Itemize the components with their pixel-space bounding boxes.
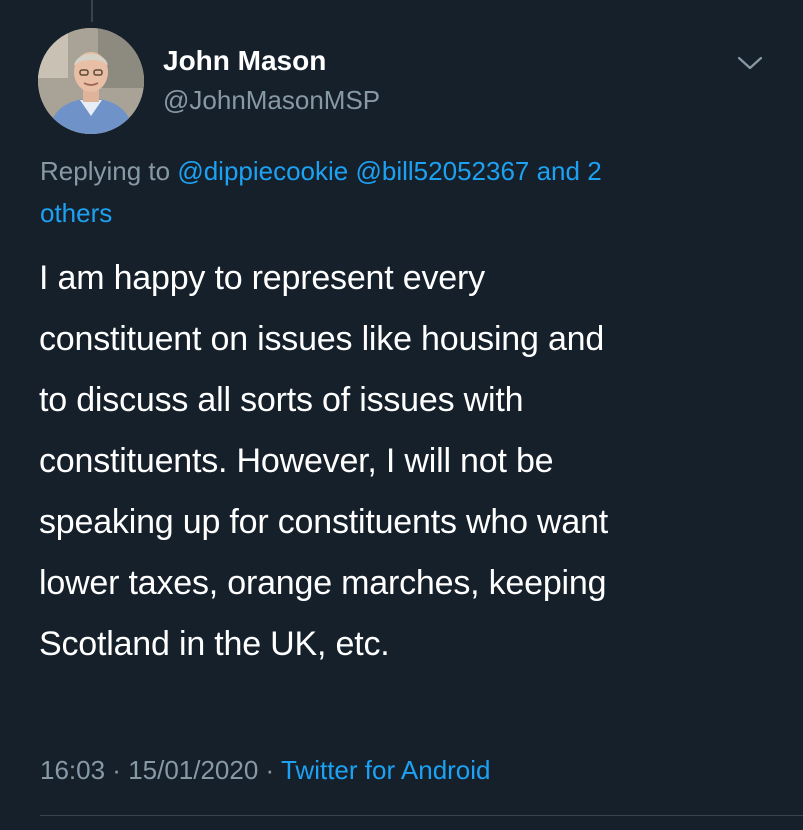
author-display-name[interactable]: John Mason	[163, 44, 326, 78]
meta-separator: ·	[105, 755, 129, 785]
tweet-text-line: Scotland in the UK, etc.	[39, 625, 390, 663]
more-mentions-count: and 2	[529, 156, 602, 186]
avatar[interactable]	[38, 28, 144, 134]
tweet-time[interactable]: 16:03	[40, 755, 105, 785]
mention-joiner	[348, 156, 355, 186]
tweet-date[interactable]: 15/01/2020	[128, 755, 258, 785]
reply-context: Replying to @dippiecookie @bill52052367 …	[40, 150, 740, 234]
tweet-text-line: lower taxes, orange marches, keeping	[39, 564, 607, 602]
tweet-source-link[interactable]: Twitter for Android	[281, 755, 491, 785]
tweet-text-line: constituents. However, I will not be	[39, 442, 554, 480]
chevron-down-icon	[737, 56, 763, 70]
reply-prefix: Replying to	[40, 156, 178, 186]
tweet-text-line: to discuss all sorts of issues with	[39, 381, 524, 419]
mention-link[interactable]: @bill52052367	[356, 156, 530, 186]
tweet-text-line: I am happy to represent every	[39, 259, 485, 297]
tweet-text: I am happy to represent every constituen…	[39, 248, 779, 675]
tweet-menu-button[interactable]	[734, 52, 766, 74]
meta-separator: ·	[258, 755, 281, 785]
mention-link[interactable]: @dippiecookie	[177, 156, 348, 186]
more-mentions-others: others	[40, 198, 113, 228]
tweet-text-line: speaking up for constituents who want	[39, 503, 609, 541]
avatar-photo	[38, 28, 144, 134]
tweet-text-line: constituent on issues like housing and	[39, 320, 605, 358]
divider	[40, 815, 803, 816]
tweet-meta: 16:03 · 15/01/2020 · Twitter for Android	[40, 752, 491, 788]
thread-connector-line	[91, 0, 93, 22]
author-handle[interactable]: @JohnMasonMSP	[163, 84, 380, 116]
